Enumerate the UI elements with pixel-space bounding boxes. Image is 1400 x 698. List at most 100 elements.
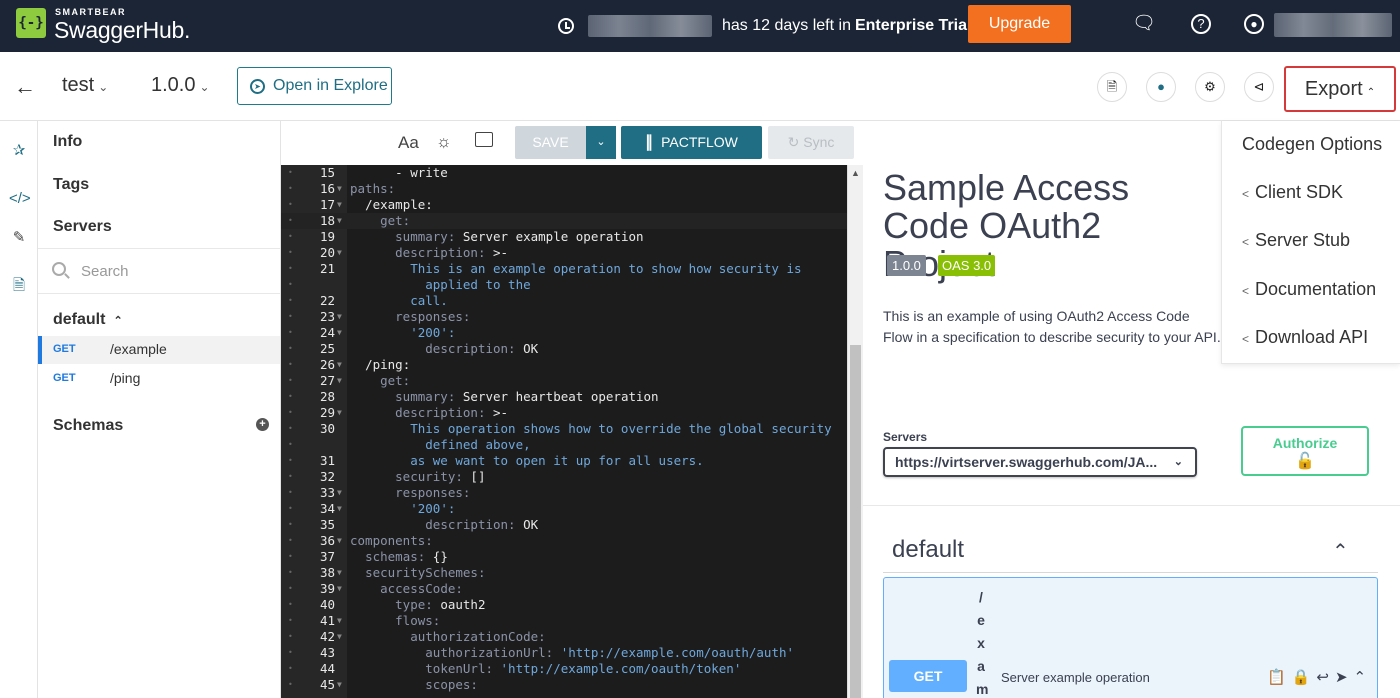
menu-item-download-api[interactable]: < Download API — [1242, 327, 1368, 348]
code-line[interactable]: • 29 ▼ description: >- — [281, 405, 847, 421]
code-line[interactable]: • 28 summary: Server heartbeat operation — [281, 389, 847, 405]
document-rail-icon[interactable]: 🗎 — [9, 276, 29, 296]
editor-scrollbar[interactable]: ▲ — [847, 165, 863, 698]
version-dropdown[interactable]: 1.0.0 ⌄ — [151, 74, 210, 97]
fold-arrow-icon[interactable]: ▼ — [337, 613, 342, 629]
code-line[interactable]: • 36 ▼ components: — [281, 533, 847, 549]
add-schema-plus-icon[interactable]: + — [256, 418, 269, 431]
redacted-username[interactable] — [1274, 13, 1392, 37]
comment-icon[interactable] — [475, 132, 493, 147]
code-line[interactable]: • 17 ▼ /example: — [281, 197, 847, 213]
share-icon[interactable]: ⊲ — [1244, 72, 1274, 102]
nav-info[interactable]: Info — [53, 133, 82, 151]
server-select[interactable]: https://virtserver.swaggerhub.com/JA... ⌄ — [883, 447, 1197, 477]
fold-arrow-icon[interactable]: ▼ — [337, 197, 342, 213]
nav-tags[interactable]: Tags — [53, 176, 89, 194]
save-button[interactable]: SAVE — [515, 126, 586, 159]
fold-arrow-icon[interactable]: ▼ — [337, 533, 342, 549]
sync-button[interactable]: ↻ Sync — [768, 126, 854, 159]
nav-group-default[interactable]: default ⌃ — [53, 311, 123, 329]
open-in-explore-button[interactable]: ➤ Open in Explore — [237, 67, 392, 105]
code-line[interactable]: • 30 This operation shows how to override… — [281, 421, 847, 437]
scrollbar-thumb[interactable] — [850, 345, 861, 698]
code-icon[interactable]: </> — [9, 189, 31, 209]
fold-arrow-icon[interactable]: ▼ — [337, 181, 342, 197]
nav-operation-ping[interactable]: GET /ping — [38, 365, 280, 393]
fold-arrow-icon[interactable]: ▼ — [337, 245, 342, 261]
nav-operation-example[interactable]: GET /example — [38, 336, 280, 364]
theme-sun-icon[interactable]: ☼ — [436, 132, 452, 152]
menu-item-server-stub[interactable]: < Server Stub — [1242, 230, 1350, 251]
code-line[interactable]: • 16 ▼ paths: — [281, 181, 847, 197]
code-line[interactable]: • 37 schemas: {} — [281, 549, 847, 565]
fold-arrow-icon[interactable]: ▼ — [337, 629, 342, 645]
settings-gear-icon[interactable]: ⚙ — [1195, 72, 1225, 102]
code-line[interactable]: • 26 ▼ /ping: — [281, 357, 847, 373]
code-line[interactable]: • 45 ▼ scopes: — [281, 677, 847, 693]
help-icon[interactable]: ? — [1191, 14, 1211, 34]
menu-item-codegen-options[interactable]: Codegen Options — [1242, 134, 1382, 155]
fold-arrow-icon[interactable]: ▼ — [337, 581, 342, 597]
operation-block-get-example[interactable]: /exam GET Server example operation 📋🔒↩➤⌃ — [883, 577, 1378, 698]
code-line[interactable]: • 34 ▼ '200': — [281, 501, 847, 517]
nav-schemas[interactable]: Schemas — [53, 417, 123, 435]
fold-arrow-icon[interactable]: ▼ — [337, 677, 342, 693]
code-line[interactable]: • 41 ▼ flows: — [281, 613, 847, 629]
scroll-up-arrow-icon[interactable]: ▲ — [851, 168, 860, 178]
brand-name[interactable]: SwaggerHub. — [54, 17, 190, 44]
fold-arrow-icon[interactable]: ▼ — [337, 485, 342, 501]
code-line[interactable]: • 33 ▼ responses: — [281, 485, 847, 501]
upgrade-button[interactable]: Upgrade — [968, 5, 1071, 43]
fold-arrow-icon[interactable]: ▼ — [337, 213, 342, 229]
code-line[interactable]: • 42 ▼ authorizationCode: — [281, 629, 847, 645]
menu-item-client-sdk[interactable]: < Client SDK — [1242, 182, 1343, 203]
code-line[interactable]: • 27 ▼ get: — [281, 373, 847, 389]
code-line[interactable]: • 31 as we want to open it up for all use… — [281, 453, 847, 469]
code-line[interactable]: • 40 type: oauth2 — [281, 597, 847, 613]
fold-arrow-icon[interactable]: ▼ — [337, 373, 342, 389]
code-line[interactable]: • 21 This is an example operation to show… — [281, 261, 847, 277]
swaggerhub-logo-icon[interactable]: {-} — [16, 8, 46, 38]
return-icon[interactable]: ↩ — [1316, 669, 1335, 686]
chevron-up-icon[interactable]: ⌃ — [1354, 669, 1373, 686]
compass-icon[interactable]: ➤ — [1335, 669, 1354, 686]
yaml-code-editor[interactable]: • 15 - write • 16 ▼ paths: • 17 ▼ /example: • 18 ▼ … — [281, 165, 847, 698]
menu-item-documentation[interactable]: < Documentation — [1242, 279, 1376, 300]
fold-arrow-icon[interactable]: ▼ — [337, 501, 342, 517]
tag-group-title[interactable]: default — [892, 536, 964, 564]
code-line[interactable]: • 38 ▼ securitySchemes: — [281, 565, 847, 581]
code-line[interactable]: • 23 ▼ responses: — [281, 309, 847, 325]
clipboard-icon[interactable]: 📋 — [1267, 669, 1292, 686]
authorize-button[interactable]: Authorize 🔓 — [1241, 426, 1369, 476]
save-options-chevron-icon[interactable]: ⌄ — [586, 126, 616, 159]
back-arrow-icon[interactable]: ← — [14, 74, 36, 100]
code-line[interactable]: • 32 security: [] — [281, 469, 847, 485]
fold-arrow-icon[interactable]: ▼ — [337, 325, 342, 341]
chat-icon[interactable]: 🗨 — [1132, 13, 1156, 35]
api-name-dropdown[interactable]: test ⌄ — [62, 74, 108, 97]
code-line[interactable]: • 43 authorizationUrl: 'http://example.co… — [281, 645, 847, 661]
nav-search[interactable]: Search — [38, 248, 280, 294]
code-line[interactable]: • applied to the — [281, 277, 847, 293]
code-line[interactable]: • 20 ▼ description: >- — [281, 245, 847, 261]
user-icon[interactable]: ● — [1244, 14, 1264, 34]
code-line[interactable]: • 44 tokenUrl: 'http://example.com/oauth/… — [281, 661, 847, 677]
code-line[interactable]: • 22 call. — [281, 293, 847, 309]
font-size-icon[interactable]: Aa — [398, 133, 419, 153]
nav-servers[interactable]: Servers — [53, 218, 112, 236]
pactflow-button[interactable]: ∥ PACTFLOW — [621, 126, 762, 159]
code-line[interactable]: • 18 ▼ get: — [281, 213, 847, 229]
fold-arrow-icon[interactable]: ▼ — [337, 405, 342, 421]
code-line[interactable]: • 35 description: OK — [281, 517, 847, 533]
collapse-chevron-up-icon[interactable]: ⌃ — [1332, 539, 1349, 564]
fold-arrow-icon[interactable]: ▼ — [337, 565, 342, 581]
notification-bell-icon[interactable]: ● — [1146, 72, 1176, 102]
api-design-icon[interactable]: ✰ — [9, 141, 29, 161]
code-line[interactable]: • 25 description: OK — [281, 341, 847, 357]
lock-icon[interactable]: 🔒 — [1292, 669, 1317, 686]
edit-icon[interactable]: ✎ — [9, 228, 29, 248]
export-button[interactable]: Export ⌃ — [1284, 66, 1396, 112]
code-line[interactable]: • 19 summary: Server example operation — [281, 229, 847, 245]
code-line[interactable]: • 24 ▼ '200': — [281, 325, 847, 341]
code-line[interactable]: • 15 - write — [281, 165, 847, 181]
